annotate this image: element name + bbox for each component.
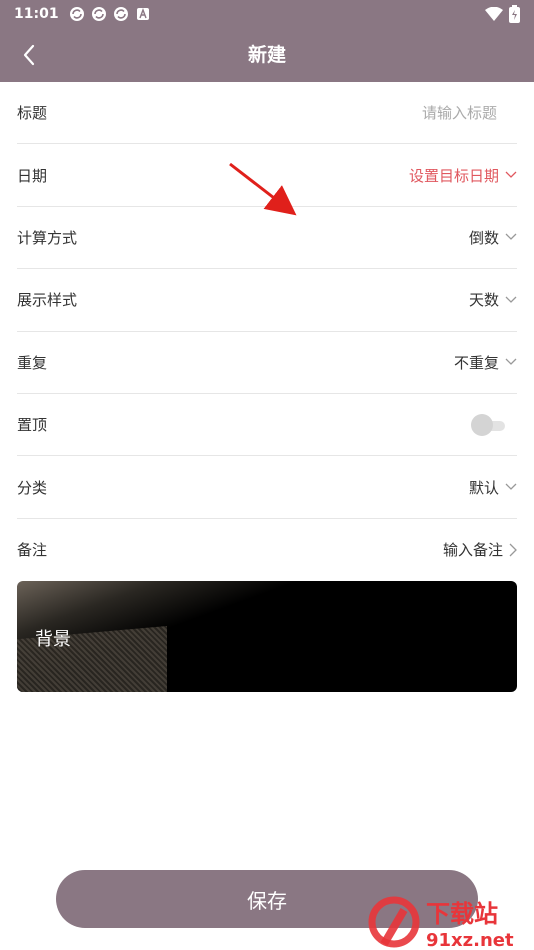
header: 新建	[0, 28, 534, 82]
title-input[interactable]: 请输入标题	[422, 102, 517, 123]
sync-icon	[91, 7, 106, 21]
back-arrow-icon	[23, 44, 35, 66]
chevron-down-icon	[505, 483, 517, 490]
category-selector[interactable]: 默认	[469, 477, 517, 498]
category-value: 默认	[468, 478, 499, 497]
chevron-down-icon	[505, 234, 517, 241]
display-row[interactable]: 展示样式 天数	[17, 269, 517, 332]
chevron-down-icon	[505, 358, 517, 366]
display-selector[interactable]: 天数	[469, 289, 517, 310]
chevron-down-icon	[505, 171, 517, 178]
repeat-row[interactable]: 重复 不重复	[17, 332, 517, 394]
calc-value: 倒数	[468, 228, 499, 247]
background-card[interactable]: 背景	[17, 581, 517, 692]
pin-toggle[interactable]	[471, 413, 507, 436]
date-label: 日期	[17, 166, 48, 185]
calc-label: 计算方式	[17, 228, 78, 247]
title-row[interactable]: 标题 请输入标题	[17, 82, 517, 145]
note-value: 输入备注	[442, 541, 503, 560]
wifi-icon	[485, 7, 503, 21]
watermark-logo: 下载站 91xz.net	[368, 896, 514, 950]
date-value: 设置目标日期	[408, 166, 499, 185]
date-selector[interactable]: 设置目标日期	[409, 165, 517, 186]
status-time: 11:01	[14, 6, 59, 22]
form-list: 标题 请输入标题 日期 设置目标日期 计算方式 倒数 展示样式 天数 重复 不重…	[17, 82, 517, 581]
sync-icon	[69, 7, 84, 21]
display-value: 天数	[468, 291, 499, 310]
category-label: 分类	[17, 478, 48, 497]
sync-icon	[113, 7, 128, 21]
display-label: 展示样式	[17, 291, 78, 310]
toggle-thumb	[471, 413, 493, 436]
annotation-arrow-icon	[229, 162, 297, 216]
pin-label: 置顶	[17, 416, 48, 435]
repeat-selector[interactable]: 不重复	[454, 352, 517, 373]
watermark-big: 下载站	[426, 900, 498, 928]
repeat-label: 重复	[17, 353, 48, 372]
battery-icon	[509, 5, 520, 23]
category-row[interactable]: 分类 默认	[17, 456, 517, 519]
chevron-down-icon	[505, 296, 517, 303]
chevron-right-icon	[509, 543, 517, 557]
watermark-small: 91xz.net	[426, 930, 514, 950]
status-bar: 11:01	[0, 0, 534, 28]
calc-selector[interactable]: 倒数	[469, 227, 517, 248]
note-row[interactable]: 备注 输入备注	[17, 519, 517, 581]
note-label: 备注	[17, 541, 48, 560]
back-button[interactable]	[14, 40, 44, 70]
page-title: 新建	[247, 44, 286, 66]
note-entry[interactable]: 输入备注	[443, 539, 517, 560]
background-label: 背景	[35, 629, 71, 650]
repeat-value: 不重复	[453, 353, 499, 372]
pin-row: 置顶	[17, 394, 517, 457]
keyboard-icon	[136, 8, 149, 20]
title-label: 标题	[17, 104, 48, 123]
